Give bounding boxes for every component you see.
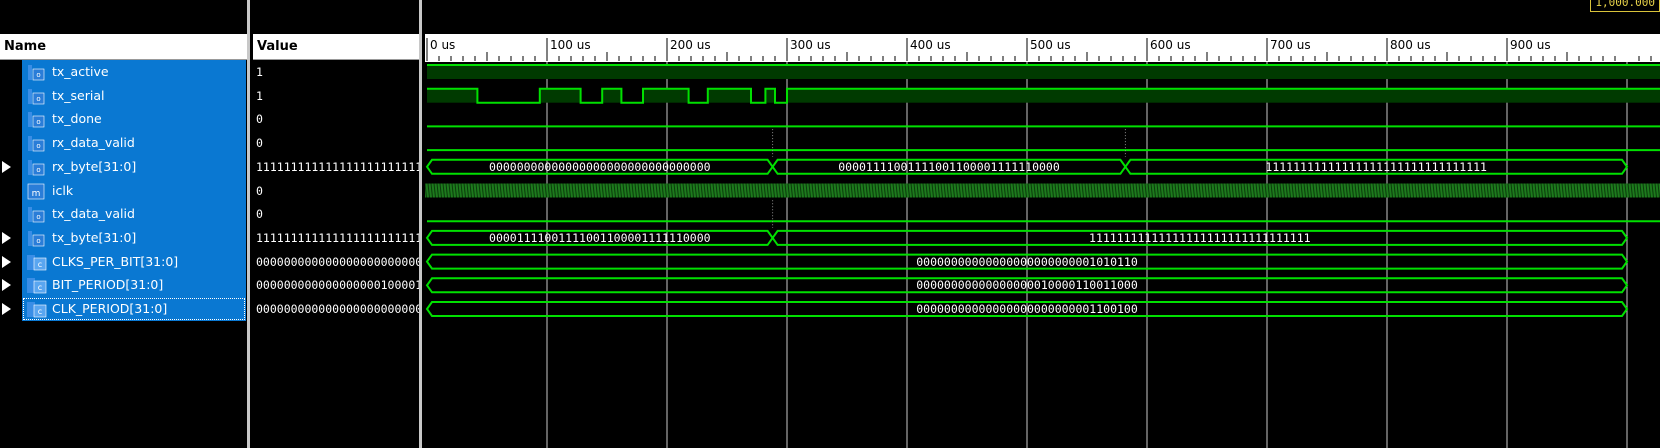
signal-name-cell[interactable]: c CLK_PERIOD[31:0] [22,297,246,321]
signal-row-tx_active[interactable]: o tx_active [0,60,247,84]
signal-value: 00000000000000000000000001010110 [256,254,419,269]
expand-arrow-icon[interactable] [2,160,11,173]
signal-name-label: CLKS_PER_BIT[31:0] [52,253,179,269]
bit-signal-icon: o [26,110,48,128]
cursor-time-readout: 1,000.000 [1590,0,1660,12]
bus-value-label: 11111111111111111111111111111111 [1089,230,1311,245]
signal-name-label: tx_active [52,64,109,79]
signal-name-label: CLK_PERIOD[31:0] [52,301,168,316]
bus-value-label: 00000000000000000000000001100100 [916,302,1138,316]
wave-high-fill-tx_serial [787,88,1660,103]
signal-name-cell[interactable]: c CLKS_PER_BIT[31:0] [22,249,246,274]
wave-high-fill-tx_serial [643,88,689,103]
signal-name-cell[interactable]: o rx_data_valid [22,131,246,156]
wave-high-fill-tx_serial [707,88,751,103]
signal-name-cell[interactable]: o rx_byte[31:0] [22,154,246,179]
expand-arrow-icon[interactable] [2,279,11,292]
svg-text:o: o [36,166,40,174]
signal-row-tx_data_valid[interactable]: o tx_data_valid [0,202,247,227]
signal-row-tx_done[interactable]: o tx_done [0,107,247,132]
signal-row-clks_per_bit[interactable]: c CLKS_PER_BIT[31:0] [0,249,247,274]
svg-text:o: o [36,142,40,150]
signal-name-pane: Name o tx_active o tx_serial o tx_done o rx_dat… [0,34,247,448]
name-column-header[interactable]: Name [0,34,247,60]
bit-signal-icon: o [26,205,48,223]
svg-text:o: o [36,237,40,245]
signal-row-tx_serial[interactable]: o tx_serial [0,83,247,108]
expand-arrow-icon[interactable] [2,255,11,268]
signal-name-label: tx_serial [52,87,105,103]
signal-value: 11111111111111111111111111111111 [256,159,419,174]
wave-high-fill-tx_serial [602,88,622,103]
signal-name-label: iclk [52,182,74,198]
signal-name-cell[interactable]: o tx_data_valid [22,202,246,227]
signal-name-label: rx_data_valid [52,135,135,151]
bus-value-label: 00001111001111001100001111110000 [489,230,711,245]
param-signal-icon: c [26,253,48,271]
pane-splitter[interactable] [247,0,250,448]
signal-name-cell[interactable]: m iclk [22,178,246,203]
svg-text:c: c [38,307,42,316]
signal-value: 1 [256,65,263,79]
signal-name-cell[interactable]: o tx_done [22,107,246,132]
svg-text:o: o [36,71,40,79]
bus-value-label: 00000000000000000000000001010110 [916,254,1138,269]
expand-arrow-icon[interactable] [2,231,11,244]
signal-row-clk_period[interactable]: c CLK_PERIOD[31:0] [0,297,247,321]
bus-value-label: 11111111111111111111111111111111 [1265,159,1487,174]
signal-row-iclk[interactable]: m iclk [0,178,247,203]
signal-name-label: tx_done [52,111,102,127]
signal-name-label: tx_data_valid [52,206,135,222]
signal-name-cell[interactable]: o tx_byte[31:0] [22,225,246,250]
signal-name-label: BIT_PERIOD[31:0] [52,277,164,293]
pane-splitter[interactable] [419,0,422,448]
bus-signal-icon: o [26,158,48,176]
svg-text:c: c [38,260,42,269]
svg-text:m: m [32,189,41,199]
svg-text:o: o [36,95,40,103]
param-signal-icon: c [26,276,48,294]
signal-value: 00000000000000000010000110011000 [256,278,419,293]
bus-signal-icon: o [26,229,48,247]
value-column-header[interactable]: Value [253,34,419,60]
clock-signal-icon: m [26,182,48,200]
svg-text:o: o [36,213,40,221]
wave-high-fill-tx_serial [539,88,581,103]
signal-name-cell[interactable]: c BIT_PERIOD[31:0] [22,273,246,298]
waveform-pane[interactable]: 0 us 100 us 200 us 300 us 400 us 500 us 600 us… [425,34,1660,448]
signal-name-label: rx_byte[31:0] [52,158,137,174]
signal-value: 00000000000000000000000001100100 [256,302,419,316]
expand-arrow-icon[interactable] [2,303,11,315]
wave-high-fill-tx_serial [427,88,478,103]
svg-text:o: o [36,118,40,126]
signal-row-rx_data_valid[interactable]: o rx_data_valid [0,131,247,156]
wave-high-fill-tx_serial [765,88,775,103]
bus-value-label: 00000000000000000010000110011000 [916,278,1138,293]
signal-value: 1 [256,88,263,103]
signal-value: 0 [256,136,263,151]
signal-value: 0 [256,183,263,198]
signal-name-label: tx_byte[31:0] [52,229,137,245]
wave-high-fill-tx_active [427,65,1660,79]
signal-value-pane: Value 1 1 0 0 111111111111111111111111111111… [253,34,419,448]
signal-value: 0 [256,207,263,222]
signal-value: 0 [256,112,263,127]
bit-signal-icon: o [26,134,48,152]
svg-text:c: c [38,283,42,292]
bus-value-label: 00000000000000000000000000000000 [489,159,711,174]
bus-value-label: 00001111001111001100001111110000 [838,159,1060,174]
signal-name-cell[interactable]: o tx_serial [22,83,246,108]
signal-value: 11111111111111111111111111111111 [256,230,419,245]
bit-signal-icon: o [26,63,48,81]
signal-row-bit_period[interactable]: c BIT_PERIOD[31:0] [0,273,247,298]
signal-row-tx_byte[interactable]: o tx_byte[31:0] [0,225,247,250]
param-signal-icon: c [26,300,48,318]
signal-row-rx_byte[interactable]: o rx_byte[31:0] [0,154,247,179]
signal-name-cell[interactable]: o tx_active [22,60,246,84]
bit-signal-icon: o [26,87,48,105]
